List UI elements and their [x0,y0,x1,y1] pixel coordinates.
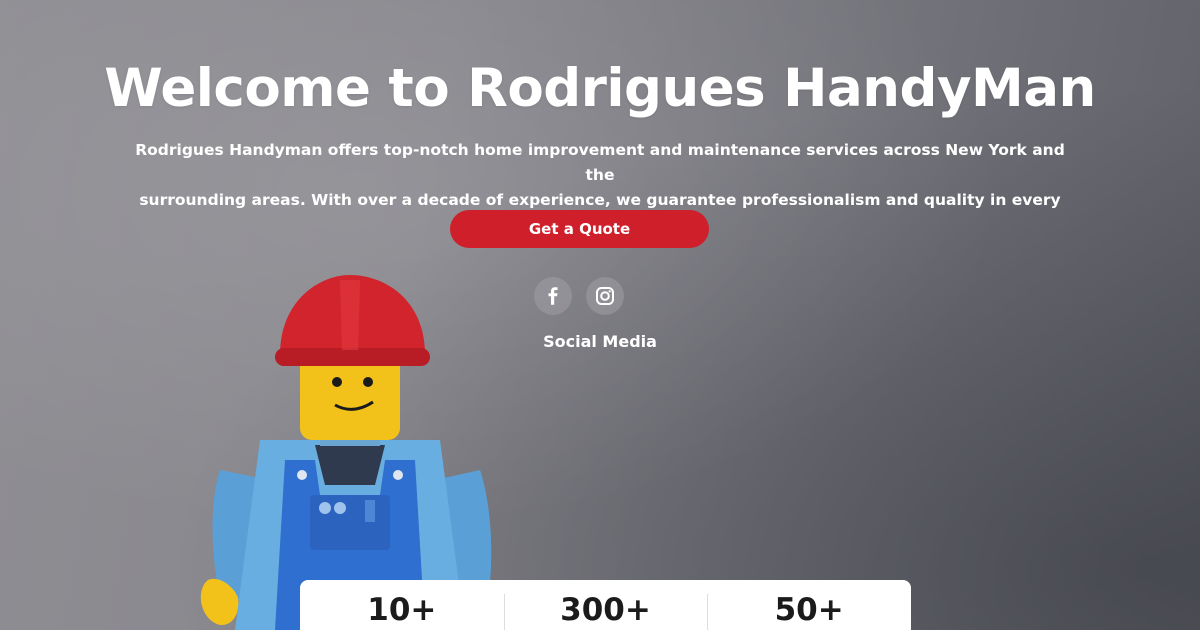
get-a-quote-button[interactable]: Get a Quote [450,210,709,248]
stat-item: 10+ [300,580,504,630]
page-title: Welcome to Rodrigues HandyMan [104,58,1096,119]
instagram-icon [596,287,614,305]
stat-item: 300+ [503,580,708,630]
facebook-icon [548,287,558,305]
lego-worker-image [200,275,492,630]
stats-bar: 10+ 300+ 50+ [300,580,911,630]
stat-value: 300+ [560,592,651,628]
hero-subtitle-line-1: Rodrigues Handyman offers top-notch home… [135,141,1065,184]
social-media-label: Social Media [543,332,657,351]
stat-value: 50+ [774,592,844,628]
stat-item: 50+ [707,580,911,630]
facebook-link[interactable] [534,277,572,315]
stat-value: 10+ [367,592,437,628]
instagram-link[interactable] [586,277,624,315]
